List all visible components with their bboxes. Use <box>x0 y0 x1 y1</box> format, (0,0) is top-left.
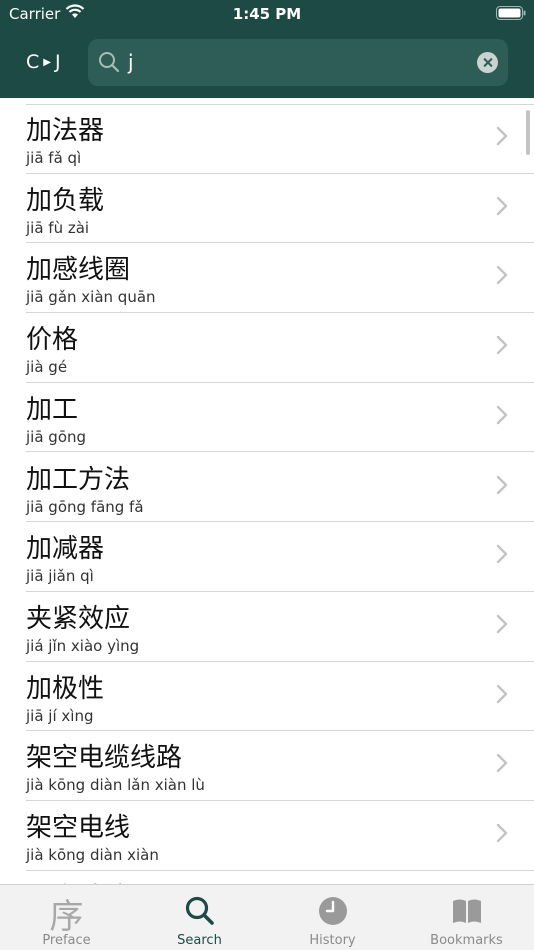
chevron-right-icon <box>496 684 508 703</box>
entry-hanzi: 夹紧效应 <box>26 603 131 634</box>
chevron-right-icon <box>496 126 508 146</box>
entry-hanzi: 加极性 <box>26 673 105 704</box>
chevron-right-icon <box>496 405 508 424</box>
entry-hanzi: 加工方法 <box>26 464 131 495</box>
tab-bar: 序 Preface Search History Bookmarks <box>0 884 534 950</box>
chevron-right-icon <box>496 544 508 564</box>
entry-hanzi: 加负载 <box>26 185 105 216</box>
direction-arrow-icon: ▶ <box>43 56 51 68</box>
chevron-right-icon <box>496 754 508 773</box>
chevron-right-icon <box>496 614 508 634</box>
header-bar: Carrier 1:45 PM C ▶ J j <box>0 0 534 98</box>
list-item[interactable]: 架空电线 jià kōng diàn xiàn <box>0 801 534 871</box>
list-item[interactable]: 价格 jià gé <box>0 313 534 383</box>
language-direction-toggle[interactable]: C ▶ J <box>26 51 61 73</box>
preface-glyph-icon: 序 <box>49 897 84 937</box>
search-input[interactable]: j <box>128 50 134 74</box>
entry-pinyin: jiā jí xìng <box>26 706 94 725</box>
battery-icon <box>496 6 526 20</box>
entry-pinyin: jià gé <box>26 358 68 377</box>
list-item[interactable]: 加负载 jiā fù zài <box>0 174 534 244</box>
list-item[interactable]: 加极性 jiā jí xìng <box>0 662 534 732</box>
status-time: 1:45 PM <box>232 5 302 23</box>
source-language-label: C <box>26 51 40 73</box>
clear-search-button[interactable] <box>477 52 498 73</box>
results-list[interactable]: 加法器 jiā fǎ qì 加负载 jiā fù zài 加感线圈 jiā gǎn xià… <box>0 98 534 884</box>
entry-pinyin: jiā gǎn xiàn quān <box>26 288 156 307</box>
tab-search[interactable]: Search <box>133 885 266 950</box>
entry-pinyin: jiā fǎ qì <box>26 149 82 167</box>
tab-preface[interactable]: 序 Preface <box>0 885 133 950</box>
entry-hanzi: 加感线圈 <box>26 255 131 286</box>
tab-bookmarks[interactable]: Bookmarks <box>400 885 533 950</box>
entry-pinyin: jià kōng diàn lǎn xiàn lù <box>26 776 205 795</box>
entry-hanzi: 架空地线 <box>26 877 130 884</box>
entry-pinyin: jiā gōng fāng fǎ <box>26 497 144 516</box>
entry-hanzi: 价格 <box>26 325 79 356</box>
entry-pinyin: jià kōng diàn xiàn <box>26 846 159 864</box>
chevron-right-icon <box>496 335 508 355</box>
chevron-right-icon <box>496 196 508 215</box>
list-item[interactable]: 加减器 jiā jiǎn qì <box>0 522 534 592</box>
chevron-right-icon <box>496 475 508 494</box>
chevron-right-icon <box>496 823 508 843</box>
list-item[interactable]: 架空地线 <box>0 871 534 884</box>
entry-hanzi: 架空电线 <box>26 813 131 843</box>
entry-hanzi: 加工 <box>26 394 79 425</box>
entry-pinyin: jiā jiǎn qì <box>26 567 94 586</box>
list-item[interactable]: 加感线圈 jiā gǎn xiàn quān <box>0 243 534 314</box>
search-icon <box>185 896 214 925</box>
clock-icon <box>318 897 347 925</box>
search-field[interactable]: j <box>88 39 508 86</box>
tab-search-label: Search <box>177 933 222 948</box>
tab-bookmarks-label: Bookmarks <box>430 933 503 948</box>
entry-hanzi: 架空电缆线路 <box>26 743 183 774</box>
status-bar: Carrier 1:45 PM <box>0 0 534 28</box>
tab-history[interactable]: History <box>266 885 399 950</box>
tab-history-label: History <box>309 933 356 948</box>
list-item[interactable]: 架空电缆线路 jià kōng diàn lǎn xiàn lù <box>0 731 534 801</box>
chevron-right-icon <box>496 266 508 285</box>
search-icon <box>99 52 120 73</box>
list-item[interactable]: 夹紧效应 jiá jǐn xiào yìng <box>0 592 534 662</box>
tab-preface-label: Preface <box>42 933 91 948</box>
book-icon <box>452 899 481 923</box>
entry-pinyin: jiá jǐn xiào yìng <box>26 636 140 655</box>
list-item[interactable]: 加工方法 jiā gōng fāng fǎ <box>0 453 534 523</box>
entry-hanzi: 加减器 <box>26 534 105 565</box>
list-item[interactable]: 加工 jiā gōng <box>0 383 534 453</box>
entry-pinyin: jiā gōng <box>26 427 87 446</box>
entry-hanzi: 加法器 <box>26 116 105 146</box>
list-item[interactable]: 加法器 jiā fǎ qì <box>0 104 534 174</box>
entry-pinyin: jiā fù zài <box>26 218 90 237</box>
target-language-label: J <box>54 51 61 73</box>
